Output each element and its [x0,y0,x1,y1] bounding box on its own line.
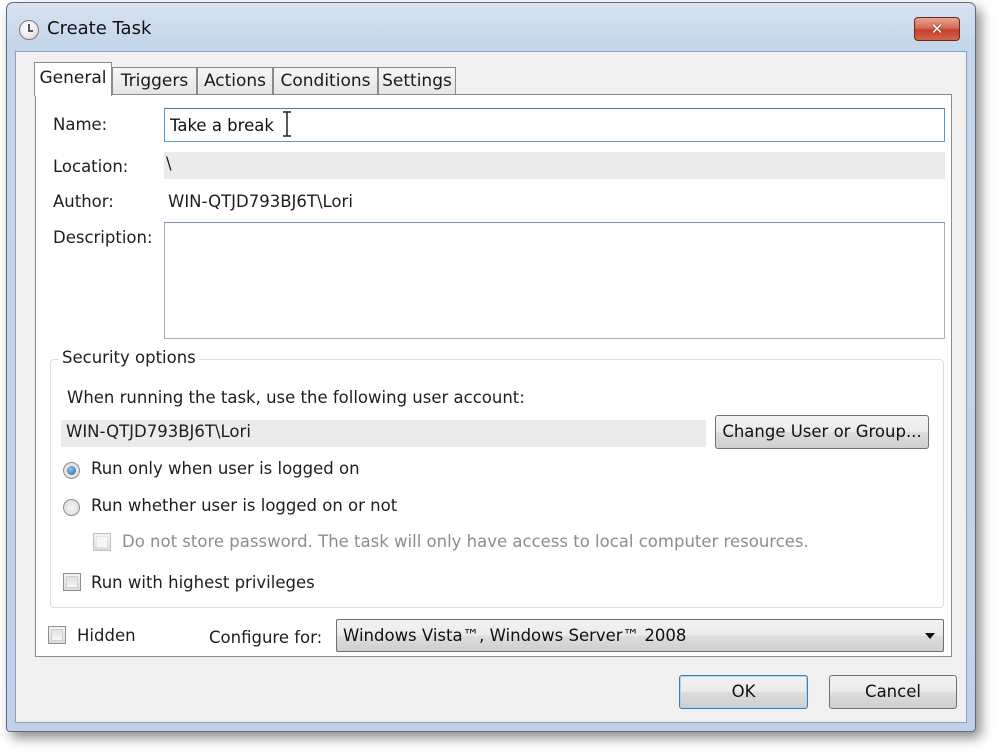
account-prompt: When running the task, use the following… [67,388,525,407]
cancel-button[interactable]: Cancel [829,675,957,709]
ok-button[interactable]: OK [679,675,808,709]
security-options-group: Security options When running the task, … [50,348,944,608]
dialog-client-area: General Triggers Actions Conditions Sett… [15,51,967,723]
configure-for-value: Windows Vista™, Windows Server™ 2008 [343,626,687,645]
location-field: \ [164,152,945,179]
description-textarea[interactable] [164,222,945,339]
do-not-store-password-checkbox[interactable] [93,533,111,551]
tab-settings[interactable]: Settings [378,67,456,95]
author-value: WIN-QTJD793BJ6T\Lori [168,192,353,211]
hidden-label[interactable]: Hidden [77,626,136,645]
do-not-store-password-label[interactable]: Do not store password. The task will onl… [122,532,809,551]
location-label: Location: [53,157,129,176]
description-label: Description: [53,228,153,247]
run-highest-privileges-checkbox[interactable] [63,573,81,591]
tab-general[interactable]: General [34,62,112,96]
location-value: \ [166,154,172,173]
window-title: Create Task [47,18,152,39]
tab-actions[interactable]: Actions [197,67,273,95]
tab-conditions[interactable]: Conditions [273,67,378,95]
create-task-dialog: Create Task ✕ General Triggers Actions C… [6,2,976,732]
run-whether-logged-on-label[interactable]: Run whether user is logged on or not [91,496,397,515]
dropdown-arrow-icon [925,633,935,639]
hidden-checkbox[interactable] [48,626,66,644]
change-user-or-group-button[interactable]: Change User or Group... [715,415,929,449]
name-label: Name: [53,115,108,134]
author-label: Author: [53,192,114,211]
title-bar[interactable]: Create Task ✕ [7,3,975,51]
close-button[interactable]: ✕ [914,17,960,41]
run-highest-privileges-label[interactable]: Run with highest privileges [91,573,315,592]
user-account-field: WIN-QTJD793BJ6T\Lori [61,420,706,447]
text-cursor-icon [283,111,291,137]
run-whether-logged-on-radio[interactable] [63,499,80,516]
run-only-logged-on-label[interactable]: Run only when user is logged on [91,459,360,478]
configure-for-label: Configure for: [209,628,323,647]
user-account-value: WIN-QTJD793BJ6T\Lori [66,422,251,441]
clock-icon [19,20,39,40]
run-only-logged-on-radio[interactable] [63,462,80,479]
tab-triggers[interactable]: Triggers [112,67,197,95]
security-options-title: Security options [59,348,199,367]
general-tab-panel: Name: Location: \ Author: WIN-QTJD793BJ6… [35,94,952,657]
configure-for-dropdown[interactable]: Windows Vista™, Windows Server™ 2008 [336,619,944,652]
